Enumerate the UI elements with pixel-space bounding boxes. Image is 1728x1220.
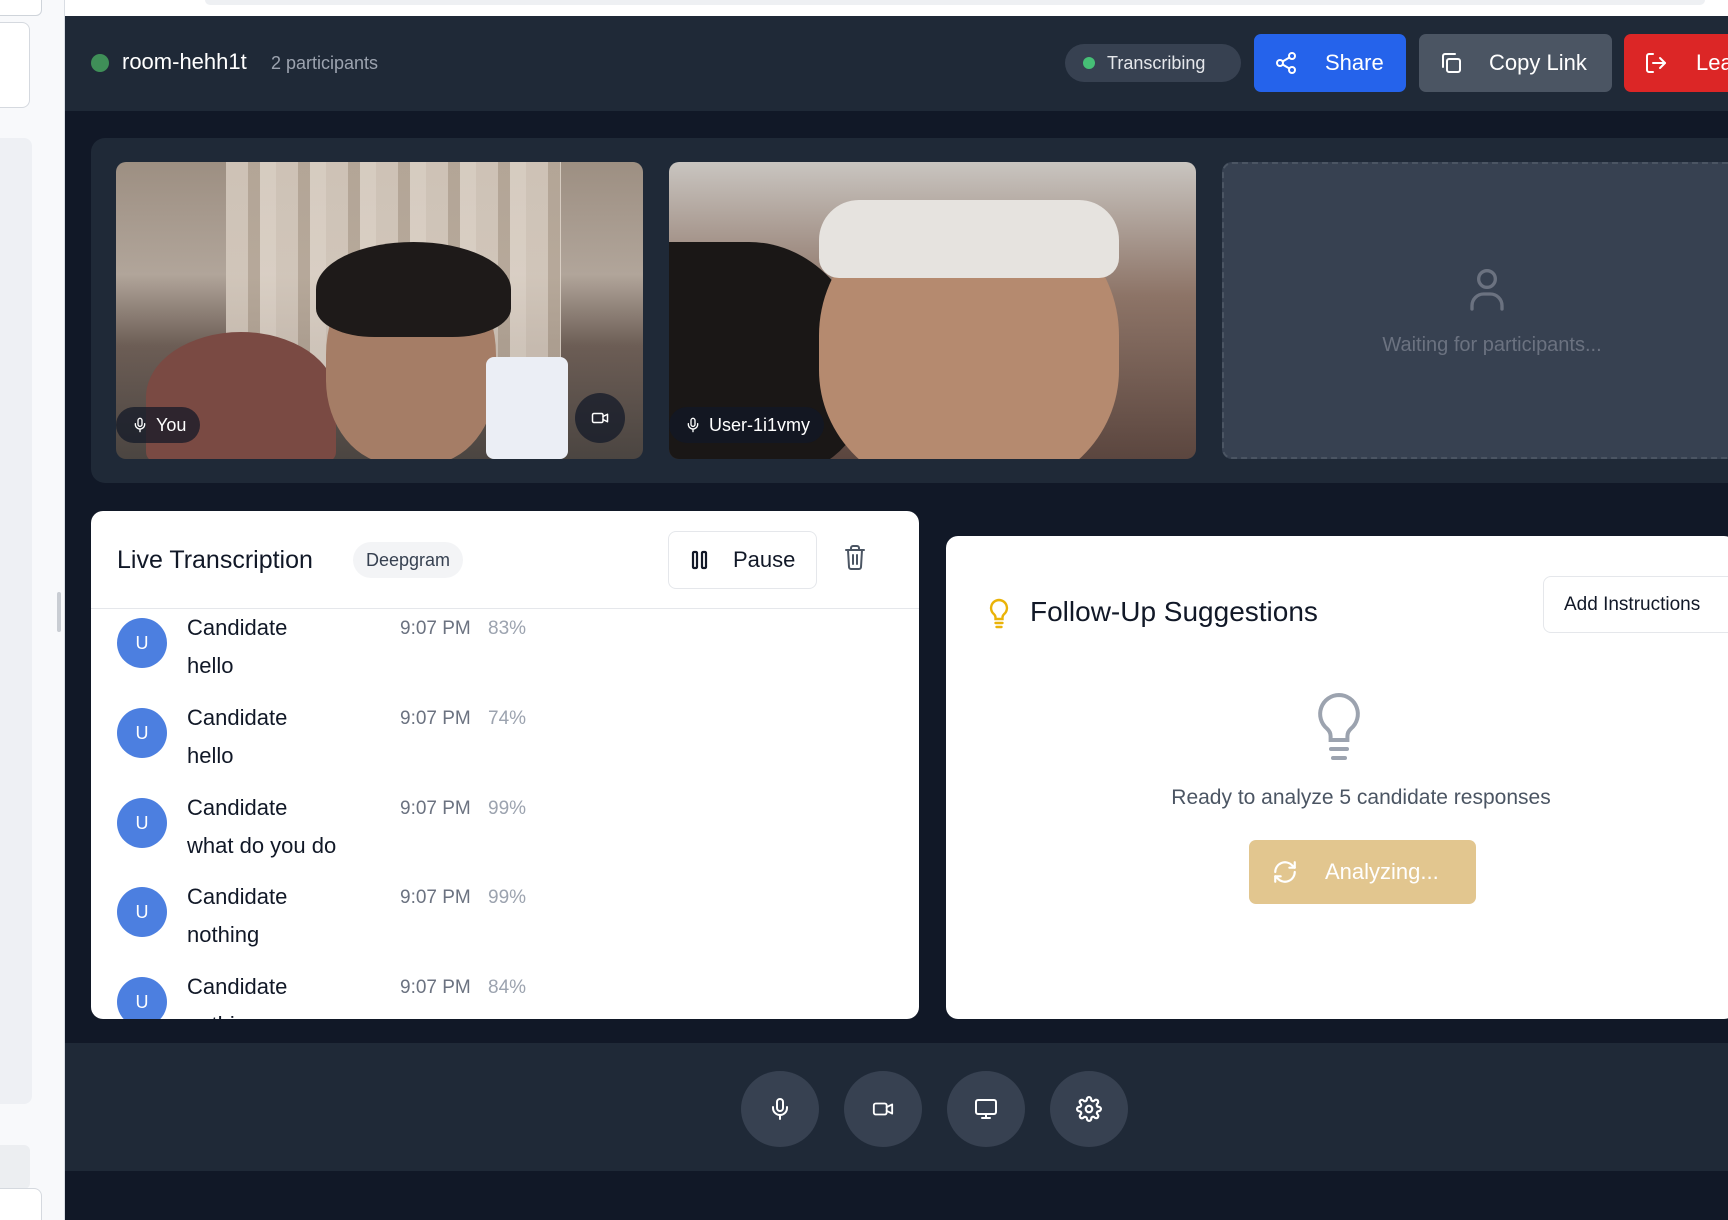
participant-name-chip: User-1i1vmy bbox=[669, 407, 825, 443]
transcription-title: Live Transcription bbox=[117, 546, 313, 574]
sidebar-card bbox=[0, 1145, 30, 1189]
browser-tab-fragment[interactable] bbox=[0, 0, 42, 16]
transcript-text: hello bbox=[187, 743, 234, 768]
participant-video-hair bbox=[316, 242, 511, 337]
entry-time: 9:07 PM bbox=[400, 618, 471, 639]
microphone-icon bbox=[687, 417, 699, 433]
pause-button[interactable]: Pause bbox=[668, 531, 817, 589]
speaker-name: Candidate bbox=[187, 974, 288, 999]
leave-label: Lea bbox=[1696, 50, 1728, 75]
video-tile-local[interactable]: You bbox=[116, 162, 643, 459]
room-header: room-hehh1t 2 participants Transcribing … bbox=[65, 16, 1728, 111]
sidebar-card bbox=[0, 1188, 42, 1220]
sidebar-card bbox=[0, 22, 30, 108]
screen-share-icon bbox=[975, 1099, 997, 1119]
confidence-score: 83% bbox=[488, 618, 527, 639]
microphone-toggle-button[interactable] bbox=[741, 1071, 819, 1147]
microphone-icon bbox=[134, 417, 146, 433]
share-button[interactable]: Share bbox=[1254, 34, 1406, 92]
resize-handle[interactable] bbox=[57, 592, 61, 632]
transcript-text: nothing bbox=[187, 922, 260, 947]
add-instructions-label: Add Instructions bbox=[1564, 593, 1701, 615]
screen-share-button[interactable] bbox=[947, 1071, 1025, 1147]
browser-sidebar bbox=[0, 0, 65, 1220]
avatar: U bbox=[117, 977, 167, 1019]
transcribing-status: Transcribing bbox=[1065, 44, 1241, 82]
copy-link-label: Copy Link bbox=[1489, 50, 1587, 75]
participant-name: User-1i1vmy bbox=[709, 414, 811, 435]
settings-button[interactable] bbox=[1050, 1071, 1128, 1147]
transcription-header: Live Transcription Deepgram Pause bbox=[91, 511, 919, 609]
confidence-score: 99% bbox=[488, 887, 527, 908]
waiting-message: Waiting for participants... bbox=[1382, 334, 1602, 356]
settings-icon bbox=[1076, 1096, 1102, 1122]
confidence-score: 99% bbox=[488, 798, 527, 819]
pause-label: Pause bbox=[733, 547, 796, 572]
status-dot bbox=[1083, 57, 1095, 69]
speaker-name: Candidate bbox=[187, 615, 288, 640]
sidebar-panel bbox=[0, 138, 32, 1104]
clear-transcript-button[interactable] bbox=[843, 544, 867, 575]
entry-time: 9:07 PM bbox=[400, 887, 471, 908]
participant-name-chip: You bbox=[116, 407, 201, 443]
camera-icon bbox=[872, 1102, 894, 1116]
avatar: U bbox=[117, 798, 167, 848]
ready-message: Ready to analyze 5 candidate responses bbox=[1171, 786, 1551, 809]
page-footer bbox=[65, 1171, 1728, 1220]
address-bar-edge bbox=[205, 0, 1705, 5]
video-tile-remote[interactable]: User-1i1vmy bbox=[669, 162, 1196, 459]
meeting-main: You User-1i1vmy Waiting for participants… bbox=[65, 111, 1728, 1043]
participant-name: You bbox=[156, 414, 187, 435]
refresh-icon bbox=[1274, 861, 1296, 883]
transcribing-label: Transcribing bbox=[1107, 52, 1206, 73]
camera-toggle-button[interactable] bbox=[844, 1071, 922, 1147]
confidence-score: 74% bbox=[488, 708, 527, 729]
trash-icon bbox=[845, 545, 865, 570]
video-tile-empty: Waiting for participants... bbox=[1222, 162, 1728, 459]
follow-up-title: Follow-Up Suggestions bbox=[1030, 596, 1318, 627]
pause-icon bbox=[691, 550, 708, 570]
lightbulb-icon bbox=[989, 598, 1009, 629]
participant-video-headband bbox=[819, 200, 1119, 278]
share-label: Share bbox=[1325, 50, 1384, 75]
analyze-label: Analyzing... bbox=[1325, 859, 1439, 884]
video-grid: You User-1i1vmy Waiting for participants… bbox=[91, 138, 1728, 483]
avatar: U bbox=[117, 887, 167, 937]
avatar: U bbox=[117, 618, 167, 668]
browser-top-strip bbox=[65, 0, 1728, 16]
leave-button[interactable]: Lea bbox=[1624, 34, 1728, 92]
room-name: room-hehh1t bbox=[122, 49, 247, 74]
confidence-score: 84% bbox=[488, 977, 527, 998]
analyze-button[interactable]: Analyzing... bbox=[1249, 840, 1476, 904]
speaker-name: Candidate bbox=[187, 795, 288, 820]
video-background bbox=[486, 357, 568, 459]
copy-link-button[interactable]: Copy Link bbox=[1419, 34, 1612, 92]
share-icon bbox=[1276, 52, 1296, 74]
person-icon bbox=[1470, 269, 1504, 311]
connection-status-dot bbox=[91, 54, 109, 72]
live-transcription-panel: Live Transcription Deepgram Pause U Cand… bbox=[91, 511, 919, 1019]
entry-time: 9:07 PM bbox=[400, 798, 471, 819]
transcript-text: what do you do bbox=[187, 833, 337, 858]
add-instructions-button[interactable]: Add Instructions bbox=[1543, 576, 1728, 633]
speaker-name: Candidate bbox=[187, 705, 288, 730]
entry-time: 9:07 PM bbox=[400, 708, 471, 729]
speaker-name: Candidate bbox=[187, 884, 288, 909]
transcript-list[interactable]: U Candidate 9:07 PM 83% hello U Candidat… bbox=[91, 609, 919, 1019]
lightbulb-icon bbox=[1318, 692, 1360, 760]
participant-count: 2 participants bbox=[271, 53, 379, 73]
leave-icon bbox=[1646, 53, 1666, 73]
copy-icon bbox=[1442, 53, 1461, 73]
transcript-text: hello bbox=[187, 653, 234, 678]
camera-icon bbox=[591, 412, 609, 424]
transcript-text: nothing bbox=[187, 1012, 259, 1019]
microphone-icon bbox=[772, 1098, 788, 1120]
provider-badge: Deepgram bbox=[353, 542, 464, 578]
follow-up-suggestions-panel: Follow-Up Suggestions Add Instructions R… bbox=[946, 536, 1728, 1019]
camera-toggle-chip[interactable] bbox=[575, 393, 625, 443]
avatar: U bbox=[117, 708, 167, 758]
call-controls-bar bbox=[65, 1043, 1728, 1171]
entry-time: 9:07 PM bbox=[400, 977, 471, 998]
